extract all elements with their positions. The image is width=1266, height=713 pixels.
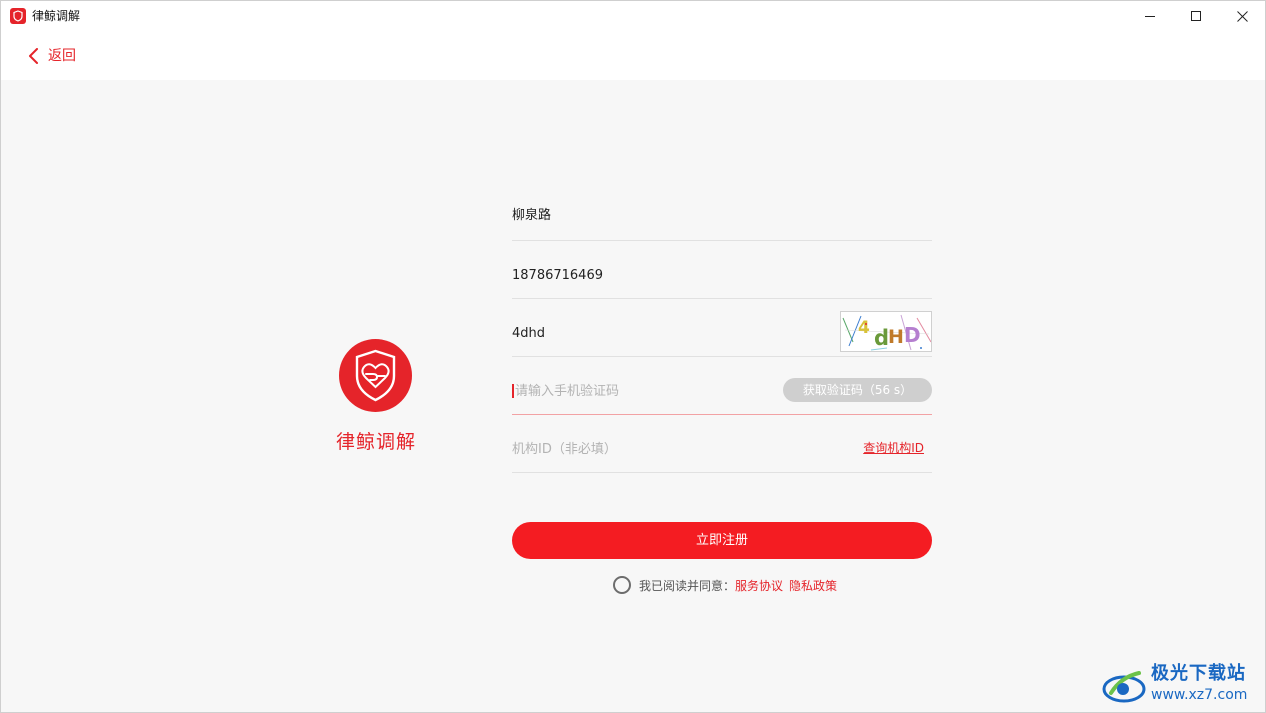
back-button[interactable]: 返回 [27,45,76,67]
register-button[interactable]: 立即注册 [512,522,932,559]
svg-text:D: D [904,323,921,347]
captcha-image[interactable]: 4 d H D [840,311,932,352]
sms-code-input[interactable] [515,381,775,401]
agreement-row: 我已阅读并同意： 服务协议 隐私政策 [613,575,837,595]
svg-text:H: H [888,326,904,348]
page-header: 返回 [1,32,1265,80]
back-label: 返回 [48,48,76,64]
sms-code-field[interactable]: 获取验证码（56 s） [512,357,932,415]
captcha-field[interactable]: 4dhd 4 d H D [512,299,932,357]
agreement-radio[interactable] [613,576,631,594]
watermark-logo-icon [1102,671,1146,703]
maximize-icon [1190,11,1201,21]
name-value: 柳泉路 [512,208,552,223]
phone-value: 18786716469 [512,268,603,283]
text-caret [512,384,514,398]
app-window: 律鲸调解 返回 律鲸调解 柳泉路 18786716469 4dhd 4 d H … [0,0,1266,713]
window-title: 律鲸调解 [32,9,81,23]
close-button[interactable] [1219,1,1265,32]
minimize-icon [1144,16,1155,17]
query-org-id-link[interactable]: 查询机构ID [863,440,924,457]
name-field[interactable]: 柳泉路 [512,183,932,241]
org-id-field[interactable]: 查询机构ID [512,415,932,473]
minimize-button[interactable] [1127,1,1173,32]
captcha-value: 4dhd [512,326,546,341]
watermark: 极光下载站 www.xz7.com [1101,661,1261,709]
phone-field[interactable]: 18786716469 [512,241,932,299]
org-id-input[interactable] [512,439,772,459]
shield-handshake-icon [339,339,412,412]
privacy-link[interactable]: 隐私政策 [789,577,837,594]
watermark-url: www.xz7.com [1151,687,1248,703]
title-bar: 律鲸调解 [1,1,1265,32]
brand-name: 律鲸调解 [335,431,416,453]
svg-text:4: 4 [858,318,870,338]
chevron-left-icon [29,48,38,64]
close-icon [1236,11,1248,22]
svg-text:d: d [874,326,889,350]
app-logo-icon [10,8,26,24]
maximize-button[interactable] [1173,1,1219,32]
watermark-title: 极光下载站 [1151,663,1246,684]
get-code-button[interactable]: 获取验证码（56 s） [783,378,932,402]
terms-link[interactable]: 服务协议 [735,577,783,594]
agreement-text: 我已阅读并同意： [639,578,736,593]
